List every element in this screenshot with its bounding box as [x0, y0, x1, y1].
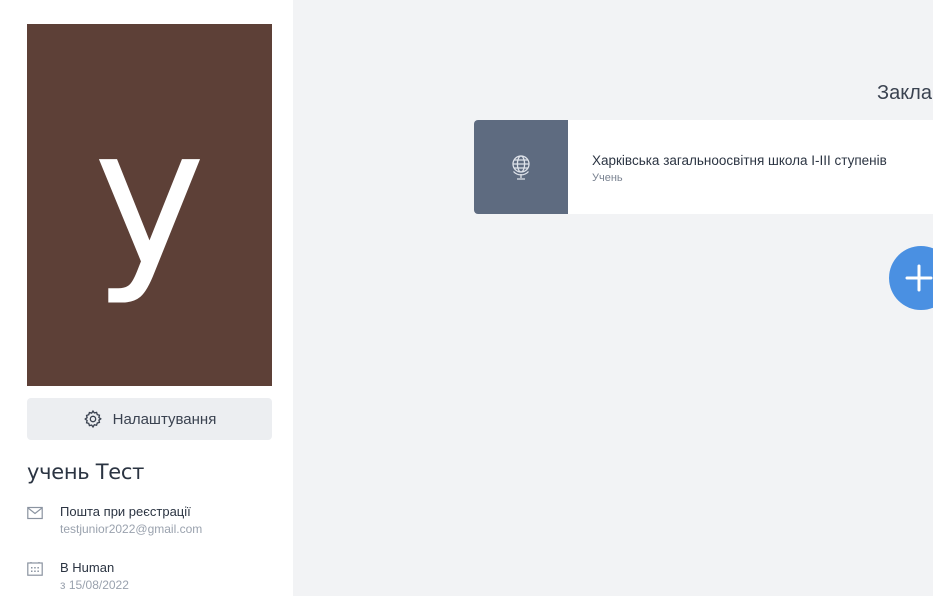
school-role: Учень	[592, 172, 623, 184]
add-school-button[interactable]	[889, 246, 933, 310]
user-name: учень Тест	[27, 460, 145, 484]
school-card[interactable]: Харківська загальноосвітня школа І-ІІІ с…	[474, 120, 933, 214]
avatar: у	[27, 24, 272, 386]
page-title: Закла	[877, 82, 932, 104]
school-icon-box	[474, 120, 568, 214]
avatar-letter: у	[93, 87, 206, 308]
calendar-icon	[27, 562, 43, 576]
settings-label: Налаштування	[112, 410, 217, 428]
member-since-title: В Human	[60, 560, 115, 575]
settings-button[interactable]: Налаштування	[27, 398, 272, 440]
member-since-date: з 15/08/2022	[60, 578, 129, 592]
plus-icon	[905, 264, 933, 292]
email-value: testjunior2022@gmail.com	[60, 522, 203, 536]
mail-icon	[27, 506, 43, 520]
email-title: Пошта при реєстрації	[60, 504, 191, 519]
globe-icon	[512, 155, 530, 180]
gear-icon	[83, 409, 102, 429]
school-name: Харківська загальноосвітня школа І-ІІІ с…	[592, 153, 887, 168]
profile-sidebar: у Налаштування учень Тест Пошта при реєс…	[0, 0, 293, 596]
